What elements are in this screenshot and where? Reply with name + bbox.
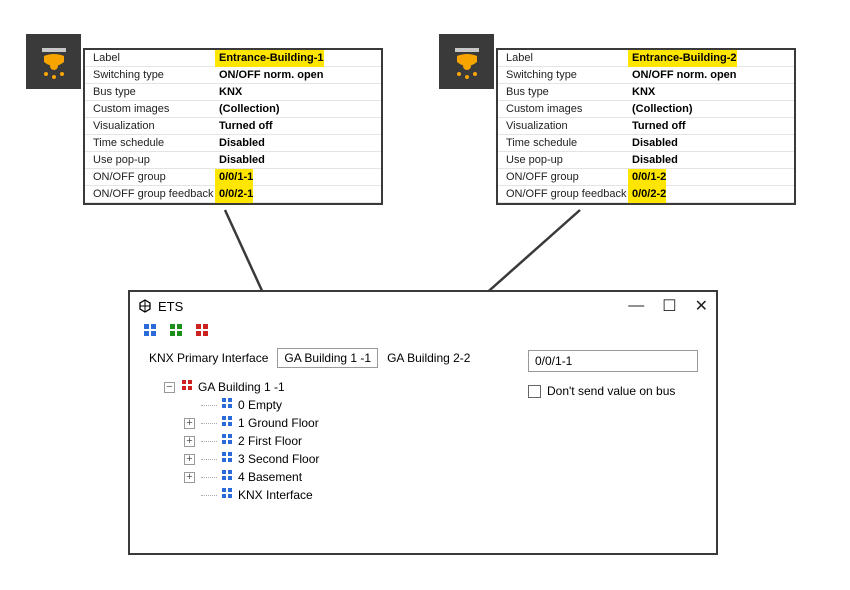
property-row: ON/OFF group0/0/1-2 bbox=[498, 169, 794, 186]
dont-send-label: Don't send value on bus bbox=[547, 384, 675, 398]
grid-icon-red bbox=[181, 379, 194, 395]
property-row: Switching typeON/OFF norm. open bbox=[498, 67, 794, 84]
tab[interactable]: GA Building 2-2 bbox=[380, 348, 477, 368]
tree-node[interactable]: 0 Empty bbox=[164, 396, 704, 414]
property-key: Switching type bbox=[498, 67, 628, 83]
property-key: Time schedule bbox=[85, 135, 215, 151]
tree-label: 4 Basement bbox=[238, 470, 302, 484]
property-key: Time schedule bbox=[498, 135, 628, 151]
property-value: 0/0/2-1 bbox=[215, 186, 253, 203]
property-row: Switching typeON/OFF norm. open bbox=[85, 67, 381, 84]
property-key: ON/OFF group feedback bbox=[498, 186, 628, 202]
property-row: Use pop-upDisabled bbox=[85, 152, 381, 169]
grid-icon-red[interactable] bbox=[194, 322, 210, 338]
property-value: Disabled bbox=[628, 137, 678, 149]
property-value: (Collection) bbox=[628, 103, 693, 115]
tree-label: 0 Empty bbox=[238, 398, 282, 412]
grid-icon-green[interactable] bbox=[168, 322, 184, 338]
property-value: Disabled bbox=[628, 154, 678, 166]
property-value: Disabled bbox=[215, 137, 265, 149]
property-row: ON/OFF group feedback0/0/2-1 bbox=[85, 186, 381, 203]
property-key: Visualization bbox=[498, 118, 628, 134]
grid-icon-blue bbox=[221, 451, 234, 467]
lamp-icon bbox=[439, 34, 494, 89]
tab[interactable]: GA Building 1 -1 bbox=[277, 348, 378, 368]
minimize-button[interactable]: — bbox=[628, 297, 644, 315]
property-row: Bus typeKNX bbox=[85, 84, 381, 101]
dont-send-checkbox[interactable] bbox=[528, 385, 541, 398]
property-row: Use pop-upDisabled bbox=[498, 152, 794, 169]
tree-node[interactable]: +1 Ground Floor bbox=[164, 414, 704, 432]
property-value: 0/0/1-1 bbox=[215, 169, 253, 186]
property-key: Label bbox=[498, 50, 628, 66]
property-value: (Collection) bbox=[215, 103, 280, 115]
titlebar: ETS — ☐ ✕ bbox=[130, 292, 716, 320]
property-panel-2: LabelEntrance-Building-2Switching typeON… bbox=[496, 48, 796, 205]
property-row: Custom images(Collection) bbox=[85, 101, 381, 118]
tree-label: KNX Interface bbox=[238, 488, 313, 502]
property-value: ON/OFF norm. open bbox=[215, 69, 324, 81]
property-value: KNX bbox=[628, 86, 655, 98]
property-value: ON/OFF norm. open bbox=[628, 69, 737, 81]
ets-window: ETS — ☐ ✕ KNX Primary InterfaceGA Buildi… bbox=[128, 290, 718, 555]
grid-icon-blue bbox=[221, 433, 234, 449]
tree-label: GA Building 1 -1 bbox=[198, 380, 285, 394]
property-key: ON/OFF group bbox=[498, 169, 628, 185]
grid-icon-blue bbox=[221, 469, 234, 485]
tree-node[interactable]: KNX Interface bbox=[164, 486, 704, 504]
property-value: Entrance-Building-1 bbox=[215, 50, 324, 67]
property-value: 0/0/2-2 bbox=[628, 186, 666, 203]
tree-label: 2 First Floor bbox=[238, 434, 302, 448]
property-row: VisualizationTurned off bbox=[85, 118, 381, 135]
tree-label: 1 Ground Floor bbox=[238, 416, 319, 430]
ets-logo-icon bbox=[138, 299, 152, 313]
tree-node[interactable]: +2 First Floor bbox=[164, 432, 704, 450]
grid-icon-blue bbox=[221, 415, 234, 431]
property-key: Switching type bbox=[85, 67, 215, 83]
property-row: ON/OFF group feedback0/0/2-2 bbox=[498, 186, 794, 203]
tree-node[interactable]: +3 Second Floor bbox=[164, 450, 704, 468]
grid-icon-blue bbox=[221, 487, 234, 503]
property-value: Turned off bbox=[628, 120, 686, 132]
group-address-input[interactable] bbox=[528, 350, 698, 372]
grid-icon-blue[interactable] bbox=[142, 322, 158, 338]
expand-icon[interactable]: + bbox=[184, 436, 195, 447]
lamp-icon bbox=[26, 34, 81, 89]
property-row: Time scheduleDisabled bbox=[85, 135, 381, 152]
property-panel-1: LabelEntrance-Building-1Switching typeON… bbox=[83, 48, 383, 205]
property-value: Entrance-Building-2 bbox=[628, 50, 737, 67]
tree-node[interactable]: +4 Basement bbox=[164, 468, 704, 486]
property-key: Custom images bbox=[498, 101, 628, 117]
expand-icon[interactable]: + bbox=[184, 418, 195, 429]
window-title: ETS bbox=[158, 299, 183, 314]
maximize-button[interactable]: ☐ bbox=[662, 296, 676, 316]
property-row: Custom images(Collection) bbox=[498, 101, 794, 118]
property-value: KNX bbox=[215, 86, 242, 98]
close-button[interactable]: ✕ bbox=[695, 296, 708, 316]
property-row: Bus typeKNX bbox=[498, 84, 794, 101]
expand-icon[interactable]: + bbox=[184, 472, 195, 483]
property-key: Label bbox=[85, 50, 215, 66]
property-value: Turned off bbox=[215, 120, 273, 132]
property-row: VisualizationTurned off bbox=[498, 118, 794, 135]
property-value: Disabled bbox=[215, 154, 265, 166]
expand-icon[interactable]: + bbox=[184, 454, 195, 465]
property-key: Custom images bbox=[85, 101, 215, 117]
property-key: Bus type bbox=[85, 84, 215, 100]
tab[interactable]: KNX Primary Interface bbox=[142, 348, 275, 368]
grid-icon-blue bbox=[221, 397, 234, 413]
property-key: Use pop-up bbox=[498, 152, 628, 168]
property-row: LabelEntrance-Building-1 bbox=[85, 50, 381, 67]
property-key: Use pop-up bbox=[85, 152, 215, 168]
property-row: ON/OFF group0/0/1-1 bbox=[85, 169, 381, 186]
property-row: Time scheduleDisabled bbox=[498, 135, 794, 152]
property-key: Bus type bbox=[498, 84, 628, 100]
property-key: ON/OFF group feedback bbox=[85, 186, 215, 202]
collapse-icon[interactable]: − bbox=[164, 382, 175, 393]
tree-label: 3 Second Floor bbox=[238, 452, 319, 466]
property-value: 0/0/1-2 bbox=[628, 169, 666, 186]
property-key: ON/OFF group bbox=[85, 169, 215, 185]
property-key: Visualization bbox=[85, 118, 215, 134]
property-row: LabelEntrance-Building-2 bbox=[498, 50, 794, 67]
